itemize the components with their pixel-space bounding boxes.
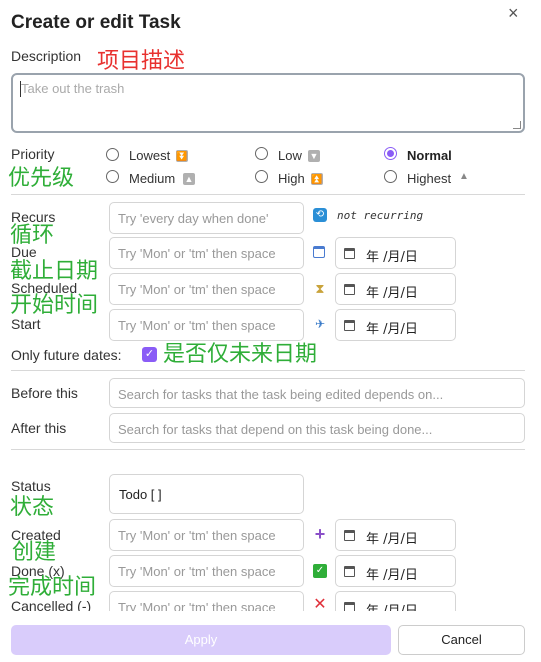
created-date-value: 年 /月/日 [366,532,418,547]
annotation-created: 创建 [12,540,57,565]
plus-icon: + [314,524,326,544]
scroll-area: Status 状态 Todo [ ] Created 创建 Try 'Mon' … [0,0,541,611]
status-label: Status [11,478,51,494]
done-placeholder: Try 'Mon' or 'tm' then space [118,564,276,579]
done-date-picker[interactable]: 年 /月/日 [335,555,456,587]
cancel-button[interactable]: Cancel [398,625,525,655]
check-box-icon: ✓ [313,564,327,578]
cancelled-label: Cancelled (-) [11,598,92,611]
created-placeholder: Try 'Mon' or 'tm' then space [118,528,276,543]
cancelled-date-value: 年 /月/日 [366,600,418,611]
cancelled-date-picker[interactable]: 年 /月/日 [335,591,456,611]
calendar-icon[interactable] [344,602,355,611]
done-input[interactable]: Try 'Mon' or 'tm' then space [109,555,304,587]
apply-button[interactable]: Apply [11,625,391,655]
x-icon: ✕ [313,596,327,612]
calendar-icon[interactable] [344,566,355,577]
status-select[interactable]: Todo [ ] [109,474,304,514]
status-value: Todo [ ] [119,487,162,502]
cancelled-placeholder: Try 'Mon' or 'tm' then space [118,600,276,611]
cancelled-input[interactable]: Try 'Mon' or 'tm' then space [109,591,304,611]
done-date-value: 年 /月/日 [366,568,418,583]
annotation-status: 状态 [10,495,55,520]
created-date-picker[interactable]: 年 /月/日 [335,519,456,551]
calendar-icon[interactable] [344,530,355,541]
created-input[interactable]: Try 'Mon' or 'tm' then space [109,519,304,551]
annotation-done: 完成时间 [8,575,97,600]
